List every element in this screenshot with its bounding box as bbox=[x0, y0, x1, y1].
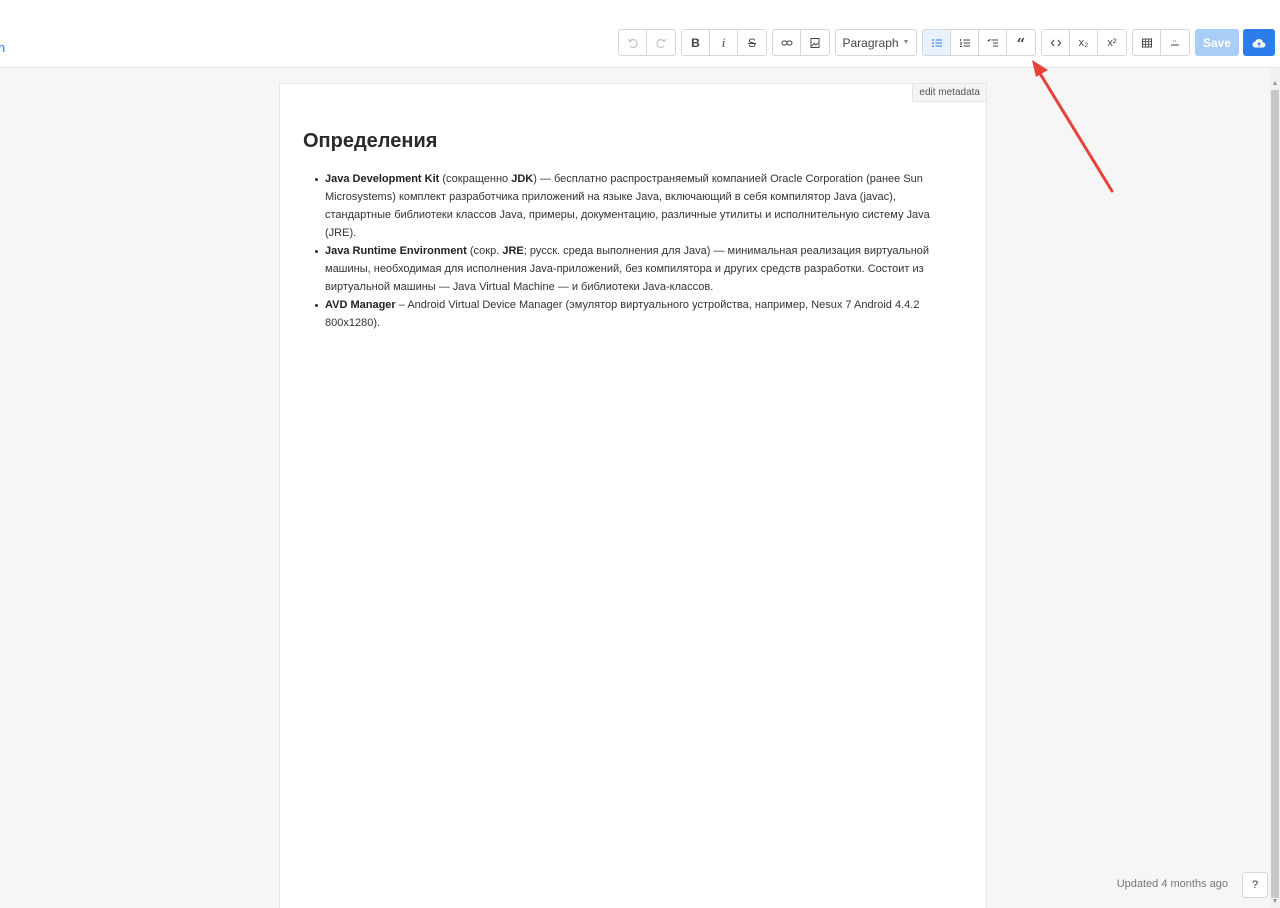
paragraph-select-label: Paragraph bbox=[842, 35, 899, 50]
list-item[interactable]: Java Runtime Environment (сокр. JRE; рус… bbox=[303, 242, 963, 296]
text-span: – Android Virtual Device Manager (эмулят… bbox=[325, 299, 920, 329]
image-icon bbox=[810, 37, 820, 48]
editor-header: n B i S Paragraph ▼ “ x₂ x² Save bbox=[0, 0, 1280, 68]
cloud-upload-icon bbox=[1252, 38, 1266, 48]
table-icon bbox=[1141, 38, 1152, 47]
text-span: (сокращенно bbox=[439, 173, 512, 185]
term-bold: Java Development Kit bbox=[325, 173, 440, 185]
ordered-list-button[interactable] bbox=[951, 30, 979, 55]
term-bold: Java Runtime Environment bbox=[325, 245, 467, 257]
strikethrough-button[interactable]: S bbox=[738, 30, 766, 55]
table-button[interactable] bbox=[1133, 30, 1161, 55]
code-icon bbox=[1050, 39, 1061, 46]
strike-label: S bbox=[747, 35, 756, 50]
save-button[interactable]: Save bbox=[1195, 29, 1239, 56]
horizontal-rule-button[interactable] bbox=[1161, 30, 1189, 55]
bullet-list-icon bbox=[931, 38, 942, 47]
italic-button[interactable]: i bbox=[710, 30, 738, 55]
scroll-down-icon[interactable]: ▼ bbox=[1271, 898, 1279, 906]
document-sheet[interactable]: edit metadata Определения Java Developme… bbox=[279, 83, 987, 908]
edit-metadata-button[interactable]: edit metadata bbox=[912, 84, 986, 102]
table-group bbox=[1132, 29, 1190, 56]
scroll-up-icon[interactable]: ▲ bbox=[1271, 80, 1279, 88]
text-span: (сокр. bbox=[466, 245, 503, 257]
script-group: x₂ x² bbox=[1041, 29, 1127, 56]
term-bold: JRE bbox=[502, 245, 524, 257]
updated-status: Updated 4 months ago bbox=[1116, 878, 1228, 890]
code-button[interactable] bbox=[1042, 30, 1070, 55]
redo-button[interactable] bbox=[647, 30, 675, 55]
list-item[interactable]: AVD Manager – Android Virtual Device Man… bbox=[303, 296, 963, 332]
blockquote-button[interactable]: “ bbox=[1007, 30, 1035, 55]
undo-icon bbox=[627, 38, 638, 48]
insert-group bbox=[772, 29, 830, 56]
publish-button[interactable] bbox=[1243, 29, 1275, 56]
link-button[interactable] bbox=[773, 30, 801, 55]
horizontal-rule-icon bbox=[1171, 40, 1179, 45]
help-button[interactable]: ? bbox=[1242, 872, 1268, 898]
definitions-list: Java Development Kit (сокращенно JDK) — … bbox=[303, 170, 963, 332]
back-link[interactable]: n bbox=[0, 40, 5, 55]
undo-button[interactable] bbox=[619, 30, 647, 55]
history-group bbox=[618, 29, 676, 56]
task-list-button[interactable] bbox=[979, 30, 1007, 55]
bold-button[interactable]: B bbox=[682, 30, 710, 55]
paragraph-select[interactable]: Paragraph ▼ bbox=[836, 30, 916, 55]
annotation-arrow-icon bbox=[1032, 60, 1114, 193]
term-bold: JDK bbox=[511, 173, 534, 185]
task-list-icon bbox=[986, 38, 998, 46]
subscript-label: x₂ bbox=[1078, 36, 1089, 49]
ordered-list-icon bbox=[959, 38, 970, 47]
subscript-button[interactable]: x₂ bbox=[1070, 30, 1098, 55]
list-item[interactable]: Java Development Kit (сокращенно JDK) — … bbox=[303, 170, 963, 242]
superscript-button[interactable]: x² bbox=[1098, 30, 1126, 55]
image-button[interactable] bbox=[801, 30, 829, 55]
list-group: “ bbox=[922, 29, 1036, 56]
link-icon bbox=[781, 40, 792, 45]
editor-toolbar: B i S Paragraph ▼ “ x₂ x² Save bbox=[618, 29, 1275, 56]
scrollbar-thumb[interactable] bbox=[1271, 90, 1279, 898]
blockquote-icon: “ bbox=[1016, 35, 1026, 53]
italic-label: i bbox=[721, 34, 726, 50]
bold-label: B bbox=[691, 35, 700, 50]
bullet-list-button[interactable] bbox=[923, 30, 951, 55]
document-title[interactable]: Определения bbox=[303, 130, 437, 153]
superscript-label: x² bbox=[1107, 36, 1117, 49]
term-bold: AVD Manager bbox=[325, 299, 396, 311]
block-type-group: Paragraph ▼ bbox=[835, 29, 917, 56]
format-group: B i S bbox=[681, 29, 767, 56]
redo-icon bbox=[656, 38, 667, 48]
caret-down-icon: ▼ bbox=[902, 39, 910, 46]
